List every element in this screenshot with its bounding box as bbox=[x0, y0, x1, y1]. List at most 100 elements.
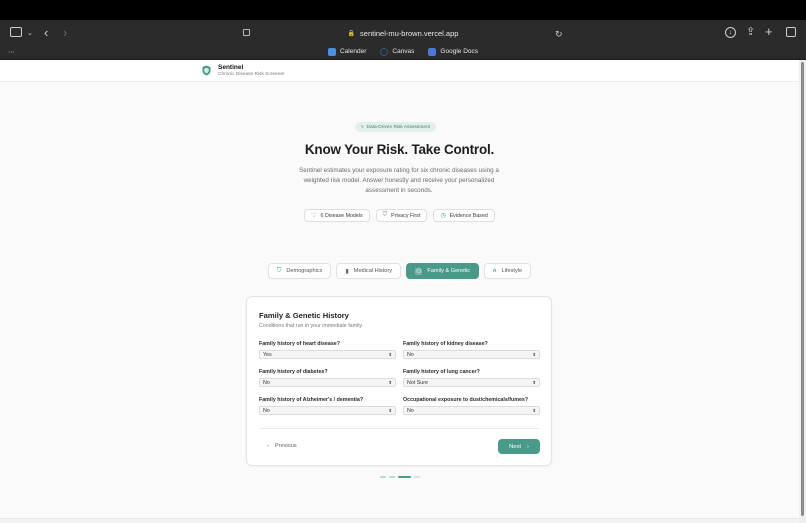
url-bar[interactable]: 🔒 sentinel-mu-brown.vercel.app bbox=[240, 26, 566, 41]
back-icon[interactable]: ‹ bbox=[44, 26, 48, 39]
pill-disease-models: ♡ 6 Disease Models bbox=[304, 209, 370, 222]
bookmark-canvas[interactable]: Canvas bbox=[380, 47, 415, 56]
tab-medical-history[interactable]: ▮ Medical History bbox=[336, 263, 402, 279]
top-bezel bbox=[0, 0, 806, 20]
heart-disease-select[interactable]: Yes ⬍ bbox=[259, 350, 396, 359]
scrollbar-thumb[interactable] bbox=[801, 62, 804, 516]
forward-icon[interactable]: › bbox=[63, 26, 67, 39]
kidney-disease-select[interactable]: No ⬍ bbox=[403, 350, 540, 359]
select-value: Yes bbox=[263, 351, 272, 358]
lock-icon: 🔒 bbox=[347, 31, 356, 37]
app-header: Sentinel Chronic Disease Risk Screener bbox=[0, 60, 799, 82]
form-card: Family & Genetic History Conditions that… bbox=[246, 296, 552, 466]
person-icon: ⛉ bbox=[276, 267, 282, 274]
select-value: No bbox=[407, 351, 414, 358]
select-value: Not Sure bbox=[407, 379, 428, 386]
form-subtitle: Conditions that run in your immediate fa… bbox=[259, 323, 364, 329]
brand-subtitle: Chronic Disease Risk Screener bbox=[218, 71, 285, 77]
calendar-icon bbox=[327, 47, 336, 56]
field-label: Family history of heart disease? bbox=[259, 341, 340, 347]
download-icon[interactable]: ↓ bbox=[725, 27, 736, 38]
bookmark-label: Canvas bbox=[392, 48, 415, 55]
select-value: No bbox=[263, 407, 270, 414]
next-label: Next bbox=[509, 443, 521, 450]
step-dot-3 bbox=[397, 476, 411, 478]
share-icon[interactable]: ⇪ bbox=[746, 26, 755, 38]
reload-icon[interactable]: ↻ bbox=[555, 28, 563, 40]
brand-name: Sentinel bbox=[218, 64, 244, 71]
activity-icon: ጰ bbox=[493, 267, 497, 274]
hero-badge: ϟ Data-Driven Risk Assessment bbox=[355, 122, 436, 132]
chevron-left-icon: ‹ bbox=[267, 443, 269, 449]
step-dot-1 bbox=[379, 476, 386, 478]
shield-icon: ⛉ bbox=[382, 212, 388, 218]
alzheimers-select[interactable]: No ⬍ bbox=[259, 406, 396, 415]
page: Sentinel Chronic Disease Risk Screener ϟ… bbox=[0, 60, 799, 523]
field-label: Family history of lung cancer? bbox=[403, 369, 480, 375]
updown-arrow-icon: ⬍ bbox=[388, 351, 392, 357]
shield-logo-icon bbox=[202, 65, 211, 76]
tabs-overview-icon[interactable] bbox=[786, 27, 796, 37]
pulse-icon: ϟ bbox=[361, 124, 364, 130]
tab-label: Demographics bbox=[286, 268, 323, 274]
previous-button[interactable]: ‹ Previous bbox=[267, 443, 297, 449]
lung-cancer-select[interactable]: Not Sure ⬍ bbox=[403, 378, 540, 387]
select-value: No bbox=[263, 379, 270, 386]
pill-label: 6 Disease Models bbox=[320, 212, 363, 219]
bookmark-google-docs[interactable]: Google Docs bbox=[428, 47, 478, 56]
tab-demographics[interactable]: ⛉ Demographics bbox=[267, 263, 332, 279]
tab-label: Family & Genetic bbox=[427, 268, 470, 274]
bookmark-calender[interactable]: Calender bbox=[327, 47, 367, 56]
browser-toolbar: ⌄ ‹ › 🔒 sentinel-mu-brown.vercel.app ↻ ↓… bbox=[0, 20, 806, 60]
pill-label: Privacy First bbox=[391, 212, 421, 219]
clock-icon: ◷ bbox=[440, 213, 446, 219]
updown-arrow-icon: ⬍ bbox=[388, 379, 392, 385]
tab-lifestyle[interactable]: ጰ Lifestyle bbox=[484, 263, 532, 279]
step-dot-2 bbox=[388, 476, 395, 478]
hero-description: Sentinel estimates your exposure rating … bbox=[299, 167, 499, 194]
badge-label: Data-Driven Risk Assessment bbox=[366, 124, 430, 130]
previous-label: Previous bbox=[274, 443, 297, 449]
pill-privacy: ⛉ Privacy First bbox=[375, 209, 428, 222]
hero-title: Know Your Risk. Take Control. bbox=[304, 142, 495, 157]
step-dot-4 bbox=[413, 476, 420, 478]
field-label: Family history of kidney disease? bbox=[403, 341, 488, 347]
tab-label: Lifestyle bbox=[501, 268, 523, 274]
field-heart-disease: Family history of heart disease? Yes ⬍ bbox=[259, 341, 396, 359]
tab-family-genetic[interactable]: ⚇ Family & Genetic bbox=[406, 263, 479, 279]
form-title: Family & Genetic History bbox=[259, 311, 349, 320]
pill-label: Evidence Based bbox=[449, 212, 488, 219]
field-label: Occupational exposure to dust/chemicals/… bbox=[403, 397, 529, 403]
medical-icon: ▮ bbox=[345, 268, 349, 275]
field-kidney-disease: Family history of kidney disease? No ⬍ bbox=[403, 341, 540, 359]
field-label: Family history of diabetes? bbox=[259, 369, 328, 375]
field-occupational-exposure: Occupational exposure to dust/chemicals/… bbox=[403, 397, 540, 415]
section-tabs: ⛉ Demographics ▮ Medical History ⚇ Famil… bbox=[0, 263, 799, 279]
updown-arrow-icon: ⬍ bbox=[388, 407, 392, 413]
docs-icon bbox=[428, 47, 437, 56]
tab-label: Medical History bbox=[353, 268, 393, 274]
select-value: No bbox=[407, 407, 414, 414]
bottom-strip bbox=[0, 518, 799, 523]
diabetes-select[interactable]: No ⬍ bbox=[259, 378, 396, 387]
next-button[interactable]: Next › bbox=[498, 439, 540, 454]
updown-arrow-icon: ⬍ bbox=[532, 379, 536, 385]
step-indicator bbox=[0, 476, 799, 478]
field-label: Family history of Alzheimer's / dementia… bbox=[259, 397, 364, 403]
divider bbox=[259, 428, 539, 429]
updown-arrow-icon: ⬍ bbox=[532, 351, 536, 357]
bookmark-label: Calender bbox=[339, 48, 367, 55]
dna-icon: ⚇ bbox=[415, 267, 423, 275]
sidebar-toggle-icon[interactable] bbox=[10, 27, 22, 37]
bookmark-label: Google Docs bbox=[440, 48, 478, 55]
feature-pills: ♡ 6 Disease Models ⛉ Privacy First ◷ Evi… bbox=[0, 209, 799, 222]
field-diabetes: Family history of diabetes? No ⬍ bbox=[259, 369, 396, 387]
occupational-exposure-select[interactable]: No ⬍ bbox=[403, 406, 540, 415]
field-alzheimers: Family history of Alzheimer's / dementia… bbox=[259, 397, 396, 415]
new-tab-icon[interactable]: + bbox=[765, 25, 773, 38]
url-text: sentinel-mu-brown.vercel.app bbox=[360, 29, 459, 38]
chevron-down-icon[interactable]: ⌄ bbox=[27, 28, 33, 40]
bookmarks-bar: Calender Canvas Google Docs bbox=[0, 45, 806, 58]
heart-icon: ♡ bbox=[311, 213, 317, 219]
chevron-right-icon: › bbox=[526, 443, 529, 450]
